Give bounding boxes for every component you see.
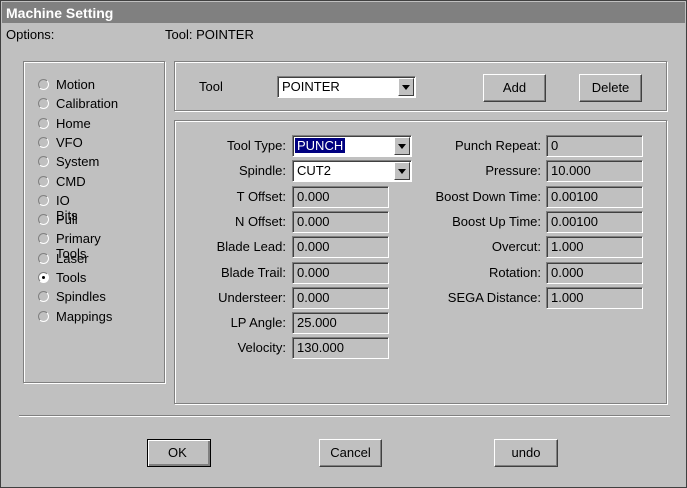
radio-button-icon[interactable]	[38, 233, 49, 245]
radio-button-icon[interactable]	[38, 117, 49, 129]
radio-button-icon[interactable]	[38, 98, 49, 110]
tool-select-group: Tool POINTER Add Delete	[174, 61, 667, 111]
param-label: Rotation:	[488, 264, 541, 280]
options-group: Motion Calibration Home VFO System CMD IO Bits…	[23, 61, 165, 383]
param-label: Tool Type:	[226, 138, 286, 153]
option-label: Pull	[56, 212, 78, 228]
tool-parameters-group: Tool Type: PUNCH Spindle: CUT2 T Offset: 0.00…	[174, 120, 667, 404]
param-label: Boost Up Time:	[452, 213, 541, 229]
radio-button-icon[interactable]	[38, 175, 49, 187]
machine-setting-window: Machine Setting Options: Tool: POINTER M…	[0, 0, 687, 488]
param-input[interactable]: 1.000	[546, 236, 643, 259]
param-label: T Offset:	[236, 188, 286, 204]
radio-button-icon[interactable]	[38, 136, 49, 148]
option-label: Laser	[56, 250, 89, 266]
param-input[interactable]: 25.000	[292, 312, 389, 335]
tool-caption: Tool: POINTER	[165, 27, 254, 42]
option-label: System	[56, 154, 100, 170]
radio-button-icon[interactable]	[38, 79, 49, 90]
cancel-button[interactable]: Cancel	[319, 439, 382, 467]
delete-tool-button[interactable]: Delete	[579, 74, 642, 102]
chevron-down-icon[interactable]	[398, 78, 414, 96]
footer-divider	[19, 415, 670, 417]
param-label: Spindle:	[239, 163, 286, 179]
param-dropdown[interactable]: PUNCH	[292, 135, 412, 157]
radio-button-icon[interactable]	[38, 214, 49, 226]
radio-button-icon[interactable]	[38, 194, 49, 206]
tool-label: Tool	[199, 79, 223, 94]
param-dropdown-value: CUT2	[297, 163, 331, 179]
param-label: SEGA Distance:	[447, 289, 541, 305]
param-input[interactable]: 0.000	[292, 185, 389, 208]
param-input[interactable]: 0.000	[292, 210, 389, 233]
param-label: Boost Down Time:	[435, 188, 542, 204]
param-input[interactable]: 0.000	[292, 286, 389, 309]
option-label: Tools	[56, 270, 87, 285]
param-input[interactable]: 0.000	[546, 261, 643, 284]
param-label: Velocity:	[237, 340, 286, 356]
title-bar[interactable]: Machine Setting	[2, 2, 685, 23]
param-input[interactable]: 130.000	[292, 337, 389, 360]
option-label: Home	[56, 115, 91, 131]
tool-dropdown[interactable]: POINTER	[277, 76, 416, 98]
param-input[interactable]: 0	[546, 135, 643, 157]
param-input[interactable]: 0.000	[292, 261, 389, 284]
radio-button-icon[interactable]	[38, 272, 49, 283]
param-label: Overcut:	[491, 239, 541, 255]
param-input[interactable]: 10.000	[546, 160, 643, 183]
param-label: Understeer:	[218, 289, 286, 305]
option-label: Calibration	[56, 96, 119, 112]
option-label: CMD	[56, 173, 86, 189]
option-label: Spindles	[56, 289, 106, 305]
param-label: Pressure:	[485, 163, 541, 179]
radio-button-icon[interactable]	[38, 310, 49, 322]
param-input[interactable]: 0.00100	[546, 210, 643, 233]
param-input[interactable]: 1.000	[546, 286, 643, 309]
options-label: Options:	[6, 27, 55, 42]
radio-button-icon[interactable]	[38, 156, 49, 168]
option-label: Mappings	[56, 308, 113, 324]
undo-button[interactable]: undo	[494, 439, 558, 467]
param-label: LP Angle:	[230, 315, 286, 331]
ok-button[interactable]: OK	[147, 439, 211, 467]
param-label: Blade Trail:	[220, 264, 286, 280]
param-input[interactable]: 0.00100	[546, 185, 643, 208]
chevron-down-icon[interactable]	[394, 162, 410, 181]
param-label: Punch Repeat:	[454, 138, 541, 153]
radio-button-icon[interactable]	[38, 291, 49, 303]
tool-dropdown-value: POINTER	[282, 79, 340, 94]
param-input[interactable]: 0.000	[292, 236, 389, 259]
option-label: Motion	[56, 77, 96, 92]
radio-button-icon[interactable]	[38, 252, 49, 264]
param-label: Blade Lead:	[216, 239, 286, 255]
window-title: Machine Setting	[6, 5, 114, 21]
add-tool-button[interactable]: Add	[483, 74, 546, 102]
chevron-down-icon[interactable]	[394, 137, 410, 155]
param-dropdown-value: PUNCH	[293, 137, 347, 154]
param-dropdown[interactable]: CUT2	[292, 160, 412, 183]
param-label: N Offset:	[234, 213, 286, 229]
option-label: VFO	[56, 134, 83, 150]
